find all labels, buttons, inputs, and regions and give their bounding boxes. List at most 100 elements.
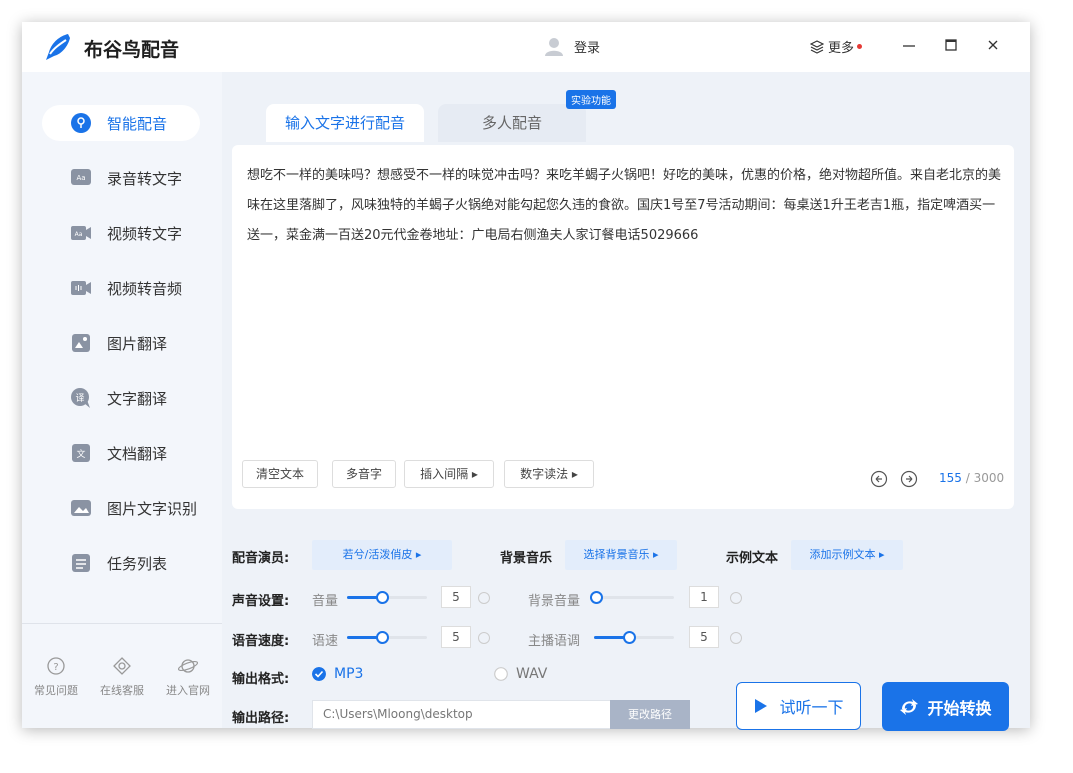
speed-slider-knob[interactable] [376, 631, 389, 644]
play-icon [755, 699, 768, 713]
start-convert-label: 开始转换 [927, 698, 992, 718]
website-icon [178, 659, 198, 673]
redo-icon[interactable] [900, 470, 918, 488]
speed-label: 语音速度: [232, 634, 290, 649]
svg-text:Aa: Aa [76, 174, 85, 182]
svg-text:译: 译 [75, 393, 84, 404]
bg-volume-label: 背景音量 [528, 594, 581, 609]
bg-volume-slider-knob[interactable] [590, 591, 603, 604]
format-wav-radio[interactable]: WAV [494, 666, 547, 682]
sidebar-item-text-translate[interactable]: 译 文字翻译 [42, 380, 200, 416]
minimize-icon[interactable] [900, 36, 918, 54]
editor-text[interactable]: 想吃不一样的美味吗？想感受不一样的味觉冲击吗？来吃羊蝎子火锅吧！好吃的美味，优惠… [247, 161, 1003, 251]
start-convert-button[interactable]: 开始转换 [882, 682, 1009, 731]
more-menu-button[interactable]: 更多 [810, 37, 863, 56]
voice-actor-select[interactable]: 若兮/活泼俏皮 ▸ [312, 540, 452, 570]
bgm-label: 背景音乐 [500, 551, 553, 566]
sidebar: 智能配音 Aa 录音转文字 Aa 视频转文字 视频转音频 图片翻译 译 文字翻译… [22, 72, 222, 728]
sidebar-item-label: 视频转音频 [107, 279, 183, 298]
pitch-slider-knob[interactable] [623, 631, 636, 644]
sidebar-item-ocr[interactable]: 图片文字识别 [42, 490, 200, 526]
text-translate-icon: 译 [71, 388, 90, 408]
video-to-audio-icon [71, 281, 91, 295]
format-mp3-label: MP3 [334, 666, 364, 682]
clear-text-button[interactable]: 清空文本 [242, 460, 318, 488]
sidebar-item-label: 文字翻译 [107, 389, 168, 408]
pitch-reset-icon[interactable] [730, 632, 742, 644]
speed-sub-label: 语速 [312, 634, 339, 649]
text-editor[interactable]: 想吃不一样的美味吗？想感受不一样的味觉冲击吗？来吃羊蝎子火锅吧！好吃的美味，优惠… [232, 145, 1014, 509]
output-path-input[interactable]: C:\Users\Mloong\desktop [312, 700, 622, 729]
pitch-value[interactable]: 5 [689, 626, 719, 648]
support-icon [113, 657, 131, 675]
tab-text-dubbing[interactable]: 输入文字进行配音 [266, 104, 424, 142]
sidebar-item-label: 图片文字识别 [107, 499, 198, 518]
format-wav-label: WAV [516, 666, 548, 682]
app-title: 布谷鸟配音 [84, 39, 180, 61]
maximize-icon[interactable] [942, 36, 960, 54]
sidebar-item-label: 文档翻译 [107, 444, 168, 463]
change-path-button[interactable]: 更改路径 [610, 700, 690, 729]
bg-volume-value[interactable]: 1 [689, 586, 719, 608]
sidebar-item-video-to-text[interactable]: Aa 视频转文字 [42, 215, 200, 251]
close-icon[interactable] [984, 36, 1002, 54]
sidebar-item-smart-dubbing[interactable]: 智能配音 [42, 105, 200, 141]
char-counter: 155 / 3000 [939, 471, 1004, 485]
sound-settings-label: 声音设置: [232, 594, 290, 609]
volume-slider-knob[interactable] [376, 591, 389, 604]
bg-volume-slider[interactable] [590, 591, 674, 604]
number-reading-button[interactable]: 数字读法 ▸ [504, 460, 594, 488]
sample-text-select[interactable]: 添加示例文本 ▸ [791, 540, 903, 570]
preview-listen-label: 试听一下 [779, 698, 844, 717]
insert-pause-button[interactable]: 插入间隔 ▸ [404, 460, 494, 488]
sidebar-item-document-translate[interactable]: 文 文档翻译 [42, 435, 200, 471]
volume-slider[interactable] [347, 591, 427, 604]
volume-label: 音量 [312, 594, 339, 609]
title-bar: 布谷鸟配音 登录 更多 [22, 22, 1030, 72]
support-link[interactable]: 在线客服 [92, 656, 152, 698]
app-window: 布谷鸟配音 登录 更多 智能配音 Aa 录音转文字 Aa 视频转文字 视频转音频… [22, 22, 1030, 731]
polyphone-button[interactable]: 多音字 [332, 460, 396, 488]
lab-feature-badge: 实验功能 [566, 90, 616, 109]
login-button[interactable]: 登录 [544, 36, 600, 56]
ocr-icon [71, 500, 91, 516]
website-link[interactable]: 进入官网 [158, 656, 218, 698]
speed-slider[interactable] [347, 631, 427, 644]
sidebar-item-label: 录音转文字 [107, 169, 183, 188]
help-label: 常见问题 [34, 684, 78, 697]
notification-dot [857, 44, 863, 49]
support-label: 在线客服 [100, 684, 144, 697]
tab-multi-dubbing[interactable]: 多人配音 [438, 104, 586, 142]
sidebar-item-audio-to-text[interactable]: Aa 录音转文字 [42, 160, 200, 196]
volume-value[interactable]: 5 [441, 586, 471, 608]
speed-reset-icon[interactable] [478, 632, 490, 644]
sidebar-item-label: 任务列表 [107, 554, 168, 573]
pitch-slider[interactable] [594, 631, 674, 644]
volume-reset-icon[interactable] [478, 592, 490, 604]
smart-dubbing-icon [71, 113, 91, 133]
radio-unchecked-icon [494, 667, 508, 681]
preview-listen-button[interactable]: 试听一下 [736, 682, 861, 730]
sidebar-divider [22, 623, 222, 624]
speed-value[interactable]: 5 [441, 626, 471, 648]
char-count-max: / 3000 [965, 471, 1005, 485]
sidebar-item-task-list[interactable]: 任务列表 [42, 545, 200, 581]
bg-volume-reset-icon[interactable] [730, 592, 742, 604]
help-link[interactable]: ? 常见问题 [26, 656, 86, 698]
main-panel: 输入文字进行配音 多人配音 实验功能 想吃不一样的美味吗？想感受不一样的味觉冲击… [222, 72, 1030, 731]
format-label: 输出格式: [232, 672, 290, 687]
voice-actor-label: 配音演员: [232, 551, 290, 566]
image-translate-icon [72, 334, 90, 352]
user-avatar-icon [545, 38, 563, 56]
pitch-label: 主播语调 [528, 634, 581, 649]
video-to-text-icon: Aa [71, 226, 91, 240]
task-list-icon [72, 554, 90, 572]
sidebar-item-label: 视频转文字 [107, 224, 183, 243]
sidebar-item-video-to-audio[interactable]: 视频转音频 [42, 270, 200, 306]
svg-text:?: ? [53, 662, 58, 673]
format-mp3-radio[interactable]: MP3 [312, 666, 363, 682]
svg-text:Aa: Aa [75, 231, 83, 238]
undo-icon[interactable] [870, 470, 888, 488]
sidebar-item-image-translate[interactable]: 图片翻译 [42, 325, 200, 361]
bgm-select[interactable]: 选择背景音乐 ▸ [565, 540, 677, 570]
